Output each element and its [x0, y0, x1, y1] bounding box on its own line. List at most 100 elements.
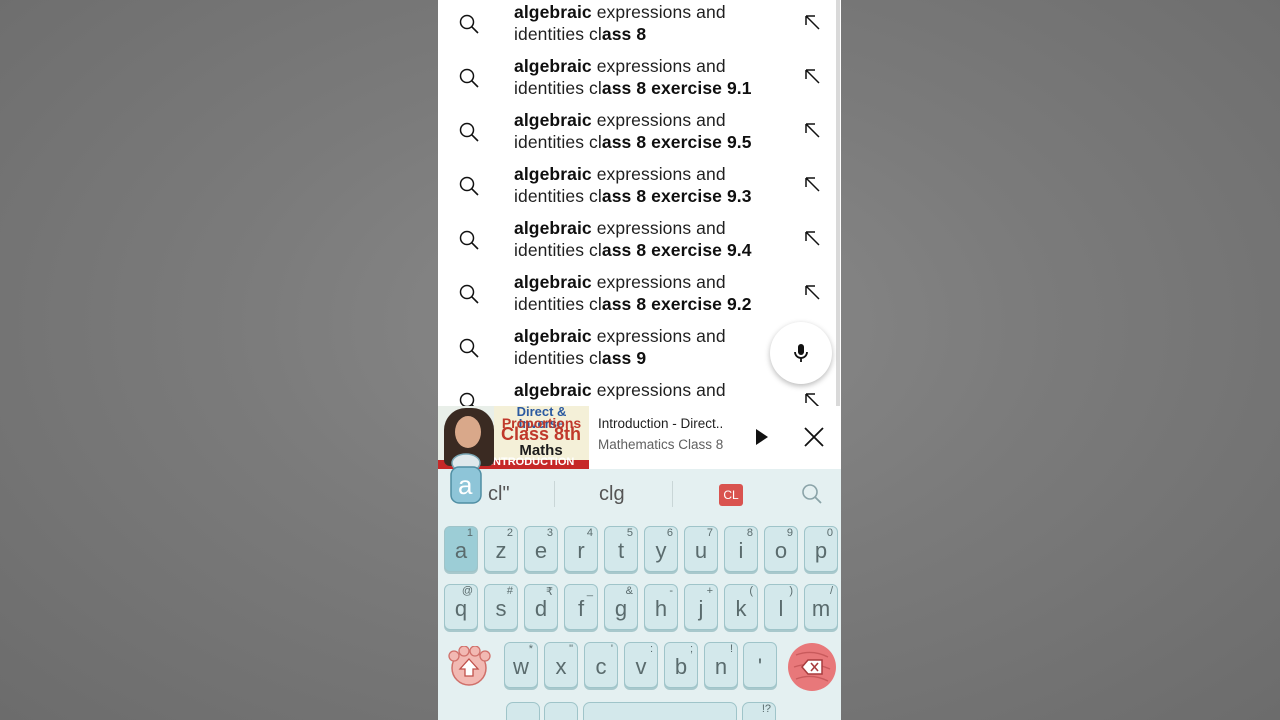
mini-player-title[interactable]: Introduction - Direct.. — [598, 416, 734, 431]
mini-player[interactable]: Direct & Inverse Proportions Class 8th M… — [438, 406, 841, 469]
key-i[interactable]: 8i — [724, 526, 758, 572]
keyboard-suggestion-badge[interactable]: CL — [719, 484, 743, 506]
key-g[interactable]: & g — [604, 584, 638, 630]
suggestion-text: algebraic expressions and identities clas… — [514, 56, 784, 99]
keyboard-suggestion-2[interactable]: clg — [599, 483, 625, 506]
key-label: o — [774, 538, 788, 563]
search-suggestion[interactable]: algebraic expressions and identities clas… — [438, 56, 841, 110]
key-label: x — [555, 654, 567, 679]
key-c[interactable]: ' c — [584, 642, 618, 688]
search-suggestion[interactable]: algebraic expressions and — [438, 380, 841, 406]
key-label: r — [577, 538, 585, 563]
key-label: f — [577, 596, 585, 621]
key-x[interactable]: " x — [544, 642, 578, 688]
suggestion-line2-plain: identities cl — [514, 77, 602, 98]
suggestion-line1-rest: expressions and — [591, 326, 726, 346]
key-label: u — [694, 538, 708, 563]
search-suggestion[interactable]: algebraic expressions and identities clas… — [438, 110, 841, 164]
suggestion-text: algebraic expressions and identities clas… — [514, 110, 784, 153]
suggestion-match: algebraic — [514, 164, 592, 184]
key-p[interactable]: 0p — [804, 526, 838, 572]
key-w[interactable]: * w — [504, 642, 538, 688]
search-suggestion[interactable]: algebraic expressions and identities clas… — [438, 2, 841, 56]
suggestion-line2-bold: ass 8 exercise 9.3 — [601, 185, 752, 206]
key-label: t — [617, 538, 625, 563]
search-icon — [459, 176, 479, 196]
arrow-up-left-icon[interactable] — [802, 120, 822, 140]
suggestion-divider — [672, 481, 673, 507]
search-icon — [459, 122, 479, 142]
key-f[interactable]: _ f — [564, 584, 598, 630]
key-k[interactable]: (k — [724, 584, 758, 630]
key-e[interactable]: 3e — [524, 526, 558, 572]
key-label: z — [495, 538, 507, 563]
voice-key[interactable] — [544, 702, 578, 720]
close-icon[interactable] — [802, 425, 826, 449]
key-a[interactable]: 1a — [444, 526, 478, 572]
suggestion-line1-rest: expressions and — [591, 272, 726, 292]
key-label: v — [635, 654, 647, 679]
key-r[interactable]: 4r — [564, 526, 598, 572]
mini-player-channel[interactable]: Mathematics Class 8 — [598, 437, 723, 452]
key-y[interactable]: 6y — [644, 526, 678, 572]
suggestion-text: algebraic expressions and identities clas… — [514, 218, 784, 261]
suggestion-match: algebraic — [514, 326, 592, 346]
punctuation-key-label: !? — [761, 703, 771, 715]
key-d[interactable]: ₹ d — [524, 584, 558, 630]
punctuation-key[interactable]: !? — [742, 702, 776, 720]
arrow-up-left-icon[interactable] — [802, 66, 822, 86]
key-b[interactable]: ; b — [664, 642, 698, 688]
backspace-key[interactable] — [788, 643, 836, 691]
key-t[interactable]: 5t — [604, 526, 638, 572]
keyboard-suggestion-1[interactable]: cl" — [488, 483, 510, 506]
key-label: h — [654, 596, 668, 621]
search-suggestion[interactable]: algebraic expressions and identities clas… — [438, 218, 841, 272]
suggestion-line1-rest: expressions and — [591, 380, 726, 400]
suggestion-line2-bold: ass 8 exercise 9.5 — [601, 131, 752, 152]
emoji-key[interactable] — [506, 702, 540, 720]
suggestion-line2-plain: identities cl — [514, 239, 602, 260]
key-o[interactable]: 9o — [764, 526, 798, 572]
suggestion-line1-rest: expressions and — [591, 2, 726, 22]
key-z[interactable]: 2z — [484, 526, 518, 572]
suggestion-line2-bold: ass 8 exercise 9.2 — [601, 293, 752, 314]
voice-search-button[interactable] — [770, 322, 832, 384]
mascot-letter: a — [458, 470, 473, 500]
key-u[interactable]: 7u — [684, 526, 718, 572]
key-label: c — [595, 654, 607, 679]
search-suggestion[interactable]: algebraic expressions and identities clas… — [438, 272, 841, 326]
keyboard-mascot[interactable]: a — [443, 453, 489, 509]
suggestion-line1-rest: expressions and — [591, 218, 726, 238]
key-v[interactable]: :v — [624, 642, 658, 688]
arrow-up-left-icon[interactable] — [802, 228, 822, 248]
suggestion-divider — [554, 481, 555, 507]
shift-key[interactable] — [444, 645, 494, 688]
key-s[interactable]: # s — [484, 584, 518, 630]
key-j[interactable]: + j — [684, 584, 718, 630]
search-icon — [459, 338, 479, 358]
key-h[interactable]: -h — [644, 584, 678, 630]
suggestion-match: algebraic — [514, 272, 592, 292]
suggestion-line2-bold: ass 8 — [601, 23, 647, 44]
suggestion-line2-bold: ass 9 — [601, 347, 647, 368]
key-n[interactable]: ! n — [704, 642, 738, 688]
arrow-up-left-icon[interactable] — [802, 174, 822, 194]
key-l[interactable]: ) l — [764, 584, 798, 630]
suggestion-text: algebraic expressions and identities clas… — [514, 326, 784, 369]
arrow-up-left-icon[interactable] — [802, 390, 822, 406]
search-suggestion[interactable]: algebraic expressions and identities clas… — [438, 164, 841, 218]
play-icon[interactable] — [750, 426, 772, 448]
arrow-up-left-icon[interactable] — [802, 282, 822, 302]
key-q[interactable]: @ q — [444, 584, 478, 630]
key-label: b — [674, 654, 688, 679]
key-label: q — [454, 596, 468, 621]
arrow-up-left-icon[interactable] — [802, 12, 822, 32]
key-label: d — [534, 596, 548, 621]
search-icon — [459, 14, 479, 34]
space-key[interactable] — [583, 702, 737, 720]
key-label: g — [614, 596, 628, 621]
search-icon[interactable] — [800, 482, 824, 506]
key-apostrophe[interactable]: ' — [743, 642, 777, 688]
key-m[interactable]: / m — [804, 584, 838, 630]
scrollbar[interactable] — [836, 0, 840, 406]
